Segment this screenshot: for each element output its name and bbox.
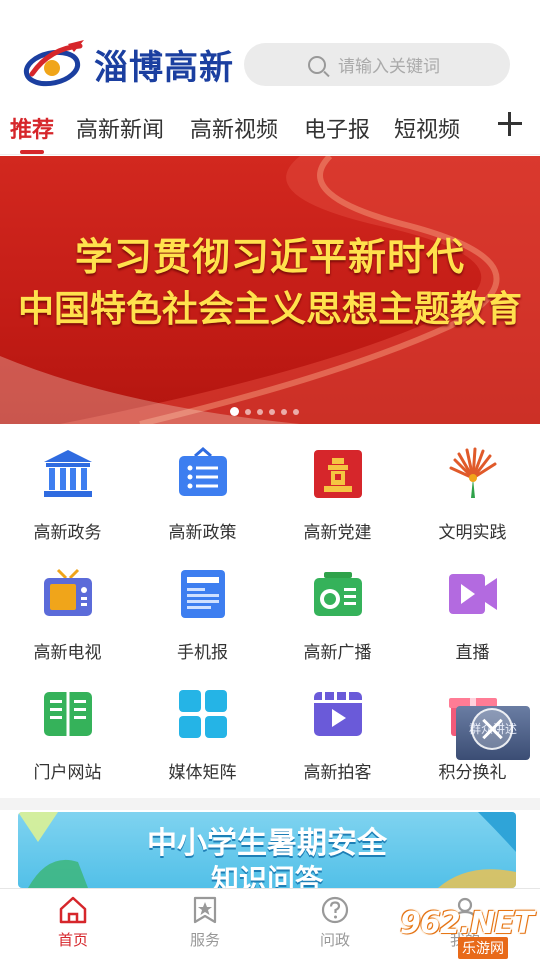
service-label: 文明实践: [438, 523, 507, 543]
watermark-site-name: 乐游网: [458, 937, 508, 959]
nav-label: 首页: [57, 931, 88, 949]
nav-service[interactable]: 服务: [160, 895, 250, 950]
service-portal-website[interactable]: 门户网站: [0, 686, 135, 796]
service-civilization-practice[interactable]: 文明实践: [405, 446, 540, 556]
government-building-icon: [40, 446, 96, 502]
section-divider: [0, 798, 540, 810]
service-label: 高新党建: [303, 523, 372, 543]
search-input[interactable]: 请输入关键词: [244, 43, 510, 86]
radio-icon: [310, 566, 366, 622]
carousel-dot[interactable]: [230, 407, 239, 416]
nav-home[interactable]: 首页: [28, 895, 118, 950]
search-icon: [308, 55, 326, 74]
service-label: 高新广播: [303, 643, 372, 663]
service-hitech-government[interactable]: 高新政务: [0, 446, 135, 556]
service-label: 门户网站: [33, 763, 102, 783]
watermark-logo-text: 962.NET: [400, 906, 534, 941]
tab-hitech-news[interactable]: 高新新闻: [76, 112, 164, 144]
channel-tabs: 推荐 高新新闻 高新视频 电子报 短视频: [0, 104, 540, 155]
hero-banner[interactable]: 学习贯彻习近平新时代 中国特色社会主义思想主题教育: [0, 156, 540, 424]
service-hitech-paike[interactable]: 高新拍客: [270, 686, 405, 796]
service-label: 媒体矩阵: [168, 763, 237, 783]
app-header: 淄博高新 请输入关键词: [0, 0, 540, 100]
promo-title-line2: 知识问答: [210, 863, 323, 888]
service-mobile-newspaper[interactable]: 手机报: [135, 566, 270, 676]
carousel-dot[interactable]: [257, 408, 263, 415]
service-label: 高新政策: [168, 523, 237, 543]
service-party-building[interactable]: 高新党建: [270, 446, 405, 556]
service-label: 手机报: [177, 643, 228, 663]
home-icon: [59, 896, 87, 924]
carousel-indicator: [230, 407, 299, 416]
service-label: 高新拍客: [303, 763, 372, 783]
service-label: 高新政务: [33, 523, 102, 543]
carousel-dot[interactable]: [281, 408, 287, 415]
promo-banner[interactable]: 中小学生暑期安全 知识问答: [18, 812, 516, 888]
service-hitech-radio[interactable]: 高新广播: [270, 566, 405, 676]
tv-icon: [40, 566, 96, 622]
question-icon: [321, 896, 349, 924]
app-logo: 淄博高新: [22, 38, 234, 90]
close-icon[interactable]: [471, 708, 513, 750]
service-label: 积分换礼: [438, 763, 507, 783]
site-watermark: 962.NET 乐游网: [396, 904, 536, 959]
banner-title-line1: 学习贯彻习近平新时代: [74, 234, 465, 279]
nav-inquiry[interactable]: 问政: [290, 895, 380, 950]
carousel-dot[interactable]: [269, 408, 275, 415]
service-media-matrix[interactable]: 媒体矩阵: [135, 686, 270, 796]
promo-title-line1: 中小学生暑期安全: [147, 826, 387, 861]
carousel-dot[interactable]: [245, 408, 251, 415]
tab-e-newspaper[interactable]: 电子报: [304, 112, 370, 144]
app-logo-text: 淄博高新: [94, 47, 234, 88]
tab-short-video[interactable]: 短视频: [394, 112, 460, 144]
carousel-dot[interactable]: [293, 408, 299, 415]
policy-board-icon: [175, 446, 231, 502]
video-clip-icon: [310, 686, 366, 742]
service-star-icon: [193, 896, 217, 924]
portal-book-icon: [40, 686, 96, 742]
logo-emblem-icon: [22, 38, 90, 90]
service-label: 直播: [455, 643, 490, 663]
tab-hitech-video[interactable]: 高新视频: [190, 112, 278, 144]
live-video-icon: [445, 566, 501, 622]
nav-label: 问政: [319, 931, 350, 949]
active-tab-indicator: [20, 150, 44, 154]
service-live[interactable]: 直播: [405, 566, 540, 676]
service-hitech-tv[interactable]: 高新电视: [0, 566, 135, 676]
media-matrix-icon: [175, 686, 231, 742]
mobile-newspaper-icon: [175, 566, 231, 622]
banner-title-line2: 中国特色社会主义思想主题教育: [17, 288, 522, 330]
nav-label: 服务: [189, 931, 220, 949]
service-hitech-policy[interactable]: 高新政策: [135, 446, 270, 556]
service-label: 高新电视: [33, 643, 102, 663]
tab-recommend[interactable]: 推荐: [10, 112, 54, 144]
civilization-practice-icon: [445, 446, 501, 502]
plus-icon[interactable]: [496, 110, 524, 138]
party-building-icon: [310, 446, 366, 502]
search-placeholder: 请输入关键词: [338, 57, 440, 77]
